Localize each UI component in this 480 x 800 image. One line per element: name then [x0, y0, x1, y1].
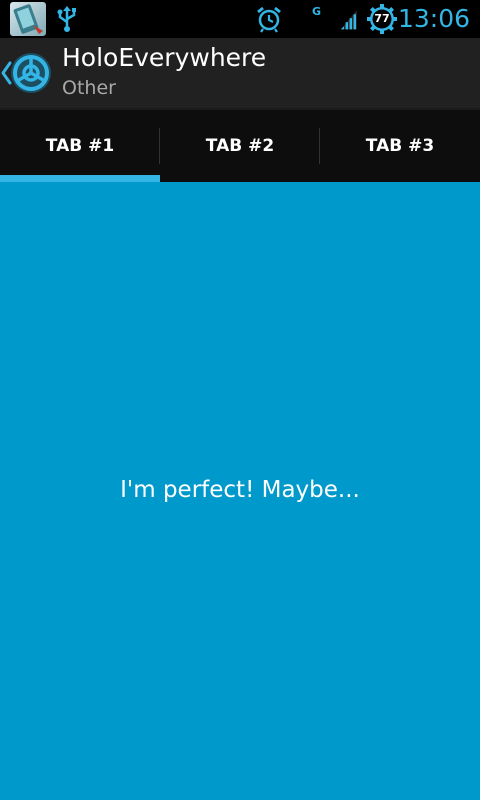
action-bar: HoloEverywhere Other: [0, 38, 480, 110]
tab-1[interactable]: TAB #1: [0, 110, 160, 182]
usb-icon: [54, 0, 80, 38]
tab-label: TAB #2: [205, 136, 275, 156]
chevron-left-icon: [1, 61, 12, 85]
app-title: HoloEverywhere: [62, 43, 267, 72]
content-text: I'm perfect! Maybe...: [120, 477, 360, 503]
app-notification-icon: [8, 0, 48, 38]
alarm-icon: [254, 0, 284, 38]
screen: G 77 13:06 HoloEverywhere Other TAB #1 T…: [0, 0, 480, 800]
tab-content: I'm perfect! Maybe...: [0, 182, 480, 800]
up-button[interactable]: [0, 38, 58, 108]
network-type-label: G: [312, 5, 322, 18]
tab-label: TAB #3: [365, 136, 435, 156]
battery-level: 77: [374, 12, 390, 25]
status-bar: G 77 13:06: [0, 0, 480, 38]
signal-icon: G: [310, 0, 360, 38]
tab-3[interactable]: TAB #3: [320, 110, 480, 182]
battery-icon: 77: [366, 0, 398, 38]
tab-2[interactable]: TAB #2: [160, 110, 320, 182]
tab-label: TAB #1: [45, 136, 115, 156]
app-subtitle: Other: [62, 77, 116, 99]
holo-app-logo-icon: [11, 53, 51, 93]
tab-bar: TAB #1 TAB #2 TAB #3: [0, 110, 480, 182]
clock: 13:06: [397, 4, 470, 33]
selected-tab-indicator: [0, 175, 160, 182]
